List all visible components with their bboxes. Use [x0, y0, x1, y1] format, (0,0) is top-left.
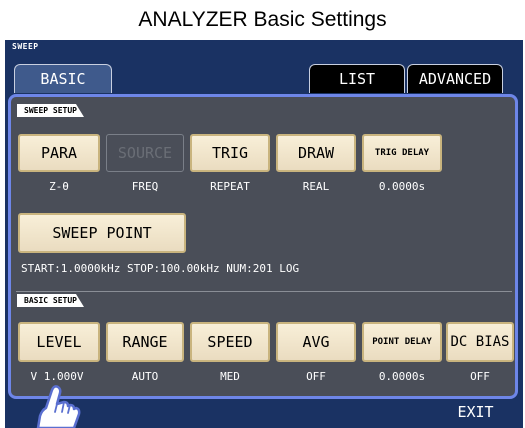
dc-bias-value: OFF	[470, 370, 490, 383]
trig-button[interactable]: TRIG	[190, 134, 270, 172]
hand-pointer-icon	[36, 385, 81, 428]
dc-bias-button[interactable]: DC BIAS	[446, 322, 514, 362]
avg-button[interactable]: AVG	[276, 322, 356, 362]
sweep-setup-label: SWEEP SETUP	[17, 104, 84, 117]
sweep-point-button[interactable]: SWEEP POINT	[18, 213, 186, 253]
range-button[interactable]: RANGE	[106, 322, 184, 362]
page-title: ANALYZER Basic Settings	[138, 8, 387, 31]
tab-advanced[interactable]: ADVANCED	[407, 64, 503, 93]
point-delay-value: 0.0000s	[378, 370, 426, 383]
speed-button[interactable]: SPEED	[190, 322, 270, 362]
para-button[interactable]: PARA	[18, 134, 100, 172]
basic-setup-label: BASIC SETUP	[17, 294, 84, 307]
sweep-point-info: START:1.0000kHz STOP:100.00kHz NUM:201 L…	[21, 262, 300, 275]
trig-delay-button[interactable]: TRIG DELAY	[362, 134, 442, 172]
level-button[interactable]: LEVEL	[18, 322, 100, 362]
source-button: SOURCE	[106, 134, 184, 172]
section-divider	[16, 291, 512, 292]
para-value: Z-θ	[49, 180, 69, 193]
tab-list[interactable]: LIST	[309, 64, 405, 93]
source-value: FREQ	[131, 180, 159, 193]
trig-value: REPEAT	[210, 180, 250, 193]
draw-button[interactable]: DRAW	[276, 134, 356, 172]
avg-value: OFF	[306, 370, 326, 383]
point-delay-button[interactable]: POINT DELAY	[362, 322, 442, 362]
trig-delay-value: 0.0000s	[378, 180, 426, 193]
speed-value: MED	[220, 370, 240, 383]
range-value: AUTO	[131, 370, 159, 383]
screen-mode-label: SWEEP	[12, 42, 39, 51]
draw-value: REAL	[302, 180, 330, 193]
tab-basic[interactable]: BASIC	[14, 64, 112, 93]
exit-button[interactable]: EXIT	[428, 399, 523, 428]
